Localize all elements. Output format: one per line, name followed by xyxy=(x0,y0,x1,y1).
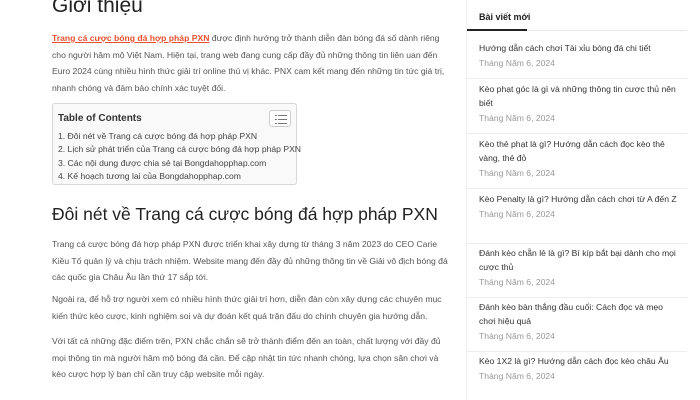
post-divider xyxy=(467,297,687,298)
page-title: Giới thiệu xyxy=(52,0,143,17)
recent-post[interactable]: Đánh kèo chẵn lẻ là gì? Bí kíp bắt bại d… xyxy=(479,246,679,287)
toc-item[interactable]: 3. Các nội dung được chia sẻ tại Bongdah… xyxy=(58,157,301,170)
recent-post-date: Tháng Năm 6, 2024 xyxy=(479,371,555,382)
recent-post-title[interactable]: Kèo phạt góc là gì và những thông tin cư… xyxy=(479,82,679,110)
sidebar-title: Bài viết mới xyxy=(479,12,531,22)
toc-list-icon xyxy=(278,123,287,124)
toc-item[interactable]: 1. Đôi nét về Trang cá cược bóng đá hợp … xyxy=(58,130,301,143)
recent-post-title[interactable]: Đánh kèo bàn thắng đầu cuối: Cách đọc và… xyxy=(479,300,679,328)
toc-bullet-icon xyxy=(275,115,277,116)
recent-post-title[interactable]: Kèo 1X2 là gì? Hướng dẫn cách đọc kèo ch… xyxy=(479,354,679,368)
toc-title: Table of Contents xyxy=(58,113,142,124)
recent-post[interactable]: Kèo 1X2 là gì? Hướng dẫn cách đọc kèo ch… xyxy=(479,354,679,381)
article-paragraph: Trang cá cược bóng đá hợp pháp PXN được … xyxy=(52,239,448,283)
recent-post-date: Tháng Năm 6, 2024 xyxy=(479,168,555,179)
post-divider xyxy=(467,133,687,134)
post-divider xyxy=(467,188,687,189)
toc-bullet-icon xyxy=(275,119,277,120)
sidebar-title-accent xyxy=(467,29,527,31)
intro-paragraph: Trang cá cược bóng đá hợp pháp PXN được … xyxy=(52,30,452,96)
table-of-contents: Table of Contents 1. Đôi nét về Trang cá… xyxy=(52,103,301,185)
toc-item[interactable]: 4. Kế hoạch tương lai của Bongdahopphap.… xyxy=(58,170,301,183)
sidebar: Bài viết mới Hướng dẫn cách chơi Tài xỉu… xyxy=(466,0,687,400)
recent-post-title[interactable]: Kèo thẻ phạt là gì? Hướng dẫn cách đọc k… xyxy=(479,137,679,165)
post-divider xyxy=(467,78,687,79)
recent-post-date: Tháng Năm 6, 2024 xyxy=(479,277,555,288)
recent-post-date: Tháng Năm 6, 2024 xyxy=(479,113,555,124)
article-content: Giới thiệu Trang cá cược bóng đá hợp phá… xyxy=(0,0,462,400)
toc-bullet-icon xyxy=(275,123,277,124)
article-paragraph: Với tất cả những đặc điểm trên, PXN chắc… xyxy=(52,336,441,380)
post-divider xyxy=(467,243,687,244)
recent-post[interactable]: Kèo Penalty là gì? Hướng dẫn cách chơi t… xyxy=(479,192,679,219)
toc-list-icon xyxy=(278,119,287,120)
toc-list: 1. Đôi nét về Trang cá cược bóng đá hợp … xyxy=(58,130,301,184)
recent-post-title[interactable]: Kèo Penalty là gì? Hướng dẫn cách chơi t… xyxy=(479,192,679,206)
recent-post-date: Tháng Năm 6, 2024 xyxy=(479,331,555,342)
toc-list-icon xyxy=(278,115,287,116)
recent-post[interactable]: Kèo thẻ phạt là gì? Hướng dẫn cách đọc k… xyxy=(479,137,679,178)
recent-post-date: Tháng Năm 6, 2024 xyxy=(479,58,555,69)
toc-item[interactable]: 2. Lịch sử phát triển của Trang cá cược … xyxy=(58,143,301,156)
toc-toggle-button[interactable] xyxy=(269,110,291,127)
recent-post-title[interactable]: Đánh kèo chẵn lẻ là gì? Bí kíp bắt bại d… xyxy=(479,246,679,274)
recent-post[interactable]: Hướng dẫn cách chơi Tài xỉu bóng đá chi … xyxy=(479,41,679,68)
section-heading: Đôi nét về Trang cá cược bóng đá hợp phá… xyxy=(52,204,438,224)
recent-post[interactable]: Kèo phạt góc là gì và những thông tin cư… xyxy=(479,82,679,123)
recent-post-date: Tháng Năm 6, 2024 xyxy=(479,209,555,220)
recent-post[interactable]: Đánh kèo bàn thắng đầu cuối: Cách đọc và… xyxy=(479,300,679,341)
post-divider xyxy=(467,351,687,352)
article-paragraph: Ngoài ra, để hỗ trợ người xem có nhiều h… xyxy=(52,294,442,321)
intro-link[interactable]: Trang cá cược bóng đá hợp pháp PXN xyxy=(52,33,209,43)
recent-post-title[interactable]: Hướng dẫn cách chơi Tài xỉu bóng đá chi … xyxy=(479,41,679,55)
